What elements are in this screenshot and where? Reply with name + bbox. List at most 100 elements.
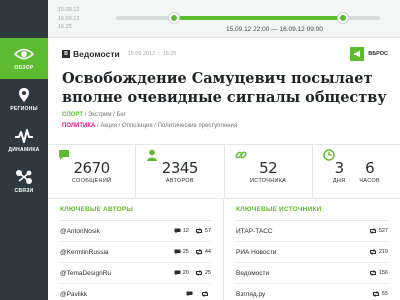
- timeline-track[interactable]: [116, 13, 380, 23]
- stat-hours-value: 6: [365, 159, 375, 177]
- tag-category-politics[interactable]: ПОЛИТИКА: [62, 123, 95, 129]
- sidebar-item-label: ОБЗОР: [14, 65, 34, 71]
- sidebar: ОБЗОР РЕГИОНЫ ДИНАМИКА СВЯЗИ: [0, 0, 48, 300]
- key-authors-panel: КЛЮЧЕВЫЕ АВТОРЫ @AntonNosik 12 57 @KermlinR…: [48, 199, 224, 300]
- article-panel: В Ведомости 15.09.2012 | 16:25 ВБРОС Осв…: [48, 38, 400, 300]
- tags-line-politics: ПОЛИТИКА / Акция / Оппозиция / Политичес…: [62, 121, 237, 132]
- clock-icon: [323, 148, 335, 161]
- vbros-label: ВБРОС: [368, 51, 388, 57]
- stat-days-value: 3: [334, 159, 345, 177]
- vbros-button[interactable]: ВБРОС: [350, 47, 388, 61]
- timeline-date-mid: 16.09.12: [58, 15, 80, 22]
- source-row-item[interactable]: РИА Новости 219: [236, 242, 388, 263]
- eye-icon: [14, 46, 34, 62]
- author-row[interactable]: @TemaDesignRu 20 25: [60, 263, 211, 284]
- tags-line-sport: СПОРТ / Экстрим / Бег: [62, 110, 237, 121]
- author-row[interactable]: @KermlinRussia 25 44: [60, 242, 211, 263]
- author-row[interactable]: @Pavlikk: [60, 284, 211, 300]
- source-row-item[interactable]: Взгляд.ру 55: [236, 284, 388, 300]
- source-item-name[interactable]: ИТАР-ТАСС: [236, 228, 363, 235]
- stat-days-label: дня: [332, 178, 346, 184]
- sidebar-item-connections[interactable]: СВЯЗИ: [0, 161, 48, 202]
- retweet-icon: [201, 291, 211, 297]
- source-row-item[interactable]: ИТАР-ТАСС 527: [236, 221, 388, 242]
- timeline-bar: 15.09.12 16.09.12 16.25 15.09.12 22:00 —…: [48, 0, 400, 38]
- retweet-icon: [372, 291, 382, 297]
- key-authors-title: КЛЮЧЕВЫЕ АВТОРЫ: [60, 199, 211, 221]
- stat-hours-label: часов: [359, 178, 380, 184]
- sidebar-item-overview[interactable]: ОБЗОР: [0, 38, 48, 79]
- source-item-name[interactable]: Ведомости: [236, 270, 363, 277]
- timeline-date-top: 15.09.12: [58, 7, 80, 13]
- timeline-range-label: 15.09.12 22:00 — 16.09.12 09:00: [226, 26, 323, 33]
- author-row[interactable]: @AntonNosik 12 57: [60, 221, 211, 242]
- pulse-icon: [14, 128, 34, 144]
- connections-icon: [14, 169, 34, 185]
- tag-category-sport[interactable]: СПОРТ: [62, 112, 83, 118]
- sidebar-item-label: СВЯЗИ: [14, 188, 34, 194]
- timeline-dates: 15.09.12 16.09.12 16.25: [58, 6, 79, 32]
- key-sources-list: ИТАР-ТАСС 527 РИА Новости 219 Ведомости 156 Вз…: [236, 221, 388, 300]
- shares-count: 57: [204, 228, 211, 234]
- author-name[interactable]: @TemaDesignRu: [60, 270, 168, 277]
- sidebar-item-dynamics[interactable]: ДИНАМИКА: [0, 120, 48, 161]
- key-lists: КЛЮЧЕВЫЕ АВТОРЫ @AntonNosik 12 57 @KermlinR…: [48, 199, 400, 300]
- stat-authors-block: 2345 авторов: [162, 159, 199, 184]
- key-authors-list: @AntonNosik 12 57 @KermlinRussia 25 44 @TemaDe…: [60, 221, 211, 300]
- source-logo: В: [62, 50, 70, 58]
- source-row: В Ведомости 15.09.2012 | 16:25: [62, 49, 176, 59]
- shares-metric: 44: [195, 249, 211, 255]
- sidebar-item-regions[interactable]: РЕГИОНЫ: [0, 79, 48, 120]
- shares-count: 156: [378, 270, 388, 276]
- shares-metric: 25: [195, 270, 211, 276]
- timeline-date-bottom: 16.25: [58, 24, 72, 30]
- source-row-item[interactable]: Ведомости 156: [236, 263, 388, 284]
- author-name[interactable]: @AntonNosik: [60, 228, 168, 235]
- stat-days-block: 3 дня: [333, 159, 346, 184]
- retweet-icon: [195, 228, 205, 234]
- tag-subcategories-politics[interactable]: / Акция / Оппозиция / Политические прест…: [95, 123, 237, 129]
- article-headline: Освобождение Самуцевич посылает вполне о…: [62, 70, 387, 106]
- comments-count: 20: [182, 270, 189, 276]
- author-name[interactable]: @Pavlikk: [60, 291, 180, 298]
- article-date: 15.09.2012: [127, 51, 156, 57]
- stat-authors: 2345 авторов: [136, 145, 225, 198]
- stat-sources: 52 источника: [225, 145, 313, 198]
- shares-count: 219: [378, 249, 388, 255]
- retweet-icon: [369, 249, 379, 255]
- meta-separator: |: [158, 51, 160, 57]
- shares-metric: 57: [195, 228, 211, 234]
- stat-messages: 2670 сообщений: [48, 145, 137, 198]
- key-sources-title: КЛЮЧЕВЫЕ ИСТОЧНИКИ: [236, 199, 388, 221]
- key-sources-panel: КЛЮЧЕВЫЕ ИСТОЧНИКИ ИТАР-ТАСС 527 РИА Новос…: [224, 199, 400, 300]
- stat-messages-value: 2670: [73, 159, 111, 177]
- shares-count: 44: [204, 249, 211, 255]
- retweet-icon: [369, 270, 379, 276]
- retweet-icon: [195, 270, 205, 276]
- stats-row: 2670 сообщений 2345 авторов 52: [48, 144, 400, 199]
- stat-messages-label: сообщений: [71, 178, 112, 184]
- stat-messages-block: 2670 сообщений: [72, 159, 111, 184]
- stat-hours-block: 6 часов: [359, 159, 380, 184]
- stat-sources-value: 52: [259, 159, 278, 177]
- sidebar-top: [0, 0, 48, 38]
- author-name[interactable]: @KermlinRussia: [60, 249, 168, 256]
- timeline-start-handle[interactable]: [169, 13, 180, 23]
- map-pin-icon: [14, 87, 34, 103]
- shares-metric: 55: [372, 291, 388, 297]
- stat-duration: 3 дня 6 часов: [313, 145, 400, 198]
- retweet-icon: [369, 228, 379, 234]
- shares-metric: [201, 291, 211, 297]
- timeline-end-handle[interactable]: [338, 13, 349, 23]
- article-tags: СПОРТ / Экстрим / Бег ПОЛИТИКА / Акция /…: [62, 110, 237, 132]
- stat-duration-pair: 3 дня 6 часов: [333, 159, 380, 184]
- source-item-name[interactable]: РИА Новости: [236, 249, 363, 256]
- source-name[interactable]: Ведомости: [73, 49, 120, 59]
- stat-sources-label: источника: [250, 178, 287, 184]
- megaphone-icon: [350, 47, 365, 61]
- shares-metric: 527: [369, 228, 388, 234]
- tag-subcategories-sport[interactable]: / Экстрим / Бег: [83, 112, 126, 118]
- shares-count: 527: [378, 228, 388, 234]
- app-window: ОБЗОР РЕГИОНЫ ДИНАМИКА СВЯЗИ 15.09.12 16…: [0, 0, 400, 300]
- source-item-name[interactable]: Взгляд.ру: [236, 291, 366, 298]
